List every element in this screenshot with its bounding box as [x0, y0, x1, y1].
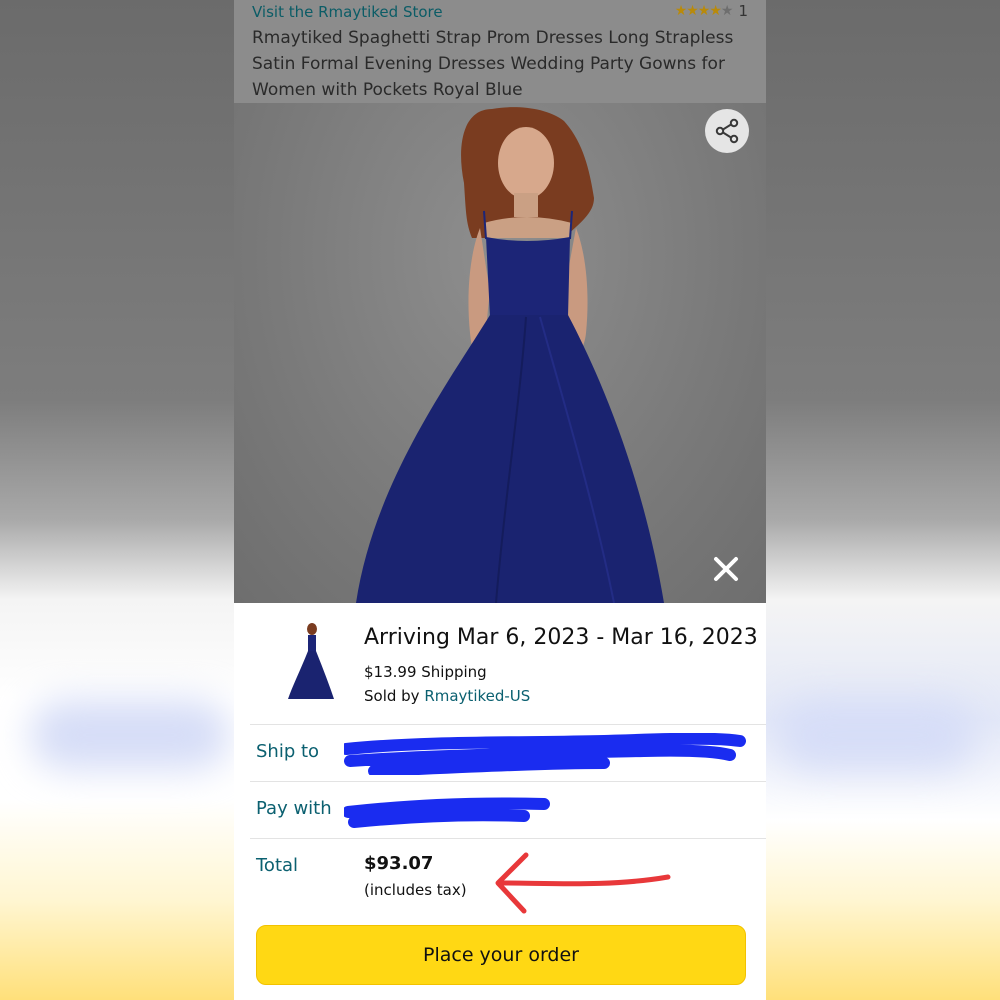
- total-label: Total: [256, 855, 299, 876]
- product-title: Rmaytiked Spaghetti Strap Prom Dresses L…: [252, 28, 734, 100]
- order-summary: Arriving Mar 6, 2023 - Mar 16, 2023 $13.…: [250, 603, 766, 725]
- rating[interactable]: ★★★★★ 1: [675, 2, 748, 20]
- blurred-background-right: [766, 0, 1000, 1000]
- seller-link[interactable]: Rmaytiked-US: [424, 687, 530, 705]
- checkout-sheet: Arriving Mar 6, 2023 - Mar 16, 2023 $13.…: [234, 603, 766, 1000]
- pay-with-label: Pay with: [256, 798, 332, 819]
- star-rating-icon: ★★★★★: [674, 3, 734, 19]
- rating-count: 1: [738, 2, 748, 20]
- sold-by: Sold by Rmaytiked-US: [364, 687, 530, 705]
- redaction-scribble: [344, 733, 746, 775]
- pay-with-row[interactable]: Pay with: [250, 782, 766, 839]
- arrival-date: Arriving Mar 6, 2023 - Mar 16, 2023: [364, 625, 758, 650]
- product-thumbnail: [288, 623, 334, 699]
- phone-screen: Visit the Rmaytiked Store ★★★★★ 1 Rmayti…: [234, 0, 766, 1000]
- dress-model-illustration: [356, 107, 664, 603]
- store-link[interactable]: Visit the Rmaytiked Store: [252, 3, 443, 21]
- product-detail-overlay: Visit the Rmaytiked Store ★★★★★ 1 Rmayti…: [234, 0, 766, 603]
- ship-to-label: Ship to: [256, 741, 320, 762]
- tax-note: (includes tax): [364, 881, 467, 899]
- shipping-cost: $13.99 Shipping: [364, 663, 487, 681]
- total-amount: $93.07: [364, 853, 434, 874]
- close-icon[interactable]: [710, 553, 742, 585]
- share-button[interactable]: [705, 109, 749, 153]
- sold-by-prefix: Sold by: [364, 687, 425, 705]
- total-row: Total $93.07 (includes tax): [250, 839, 766, 919]
- blurred-background-left: [0, 0, 234, 1000]
- place-order-button[interactable]: Place your order: [256, 925, 746, 985]
- product-image[interactable]: [234, 103, 766, 603]
- ship-to-row[interactable]: Ship to: [250, 725, 766, 782]
- annotation-arrow-icon: [495, 852, 671, 914]
- redaction-scribble: [344, 797, 550, 828]
- share-icon: [715, 118, 739, 144]
